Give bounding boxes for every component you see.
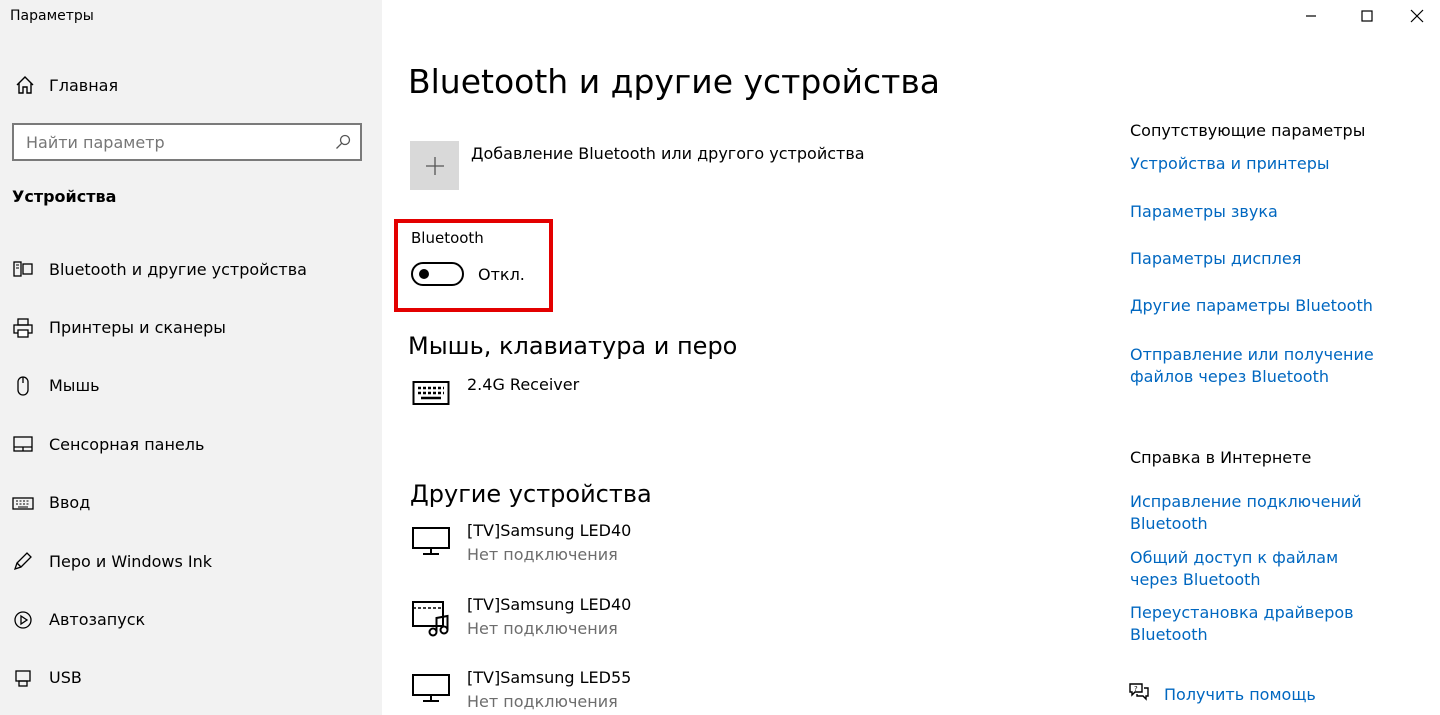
link-display-settings[interactable]: Параметры дисплея bbox=[1130, 248, 1430, 270]
sidebar-item-label: Принтеры и сканеры bbox=[49, 318, 226, 338]
sidebar-item-pen[interactable]: Перо и Windows Ink bbox=[0, 532, 382, 590]
link-reinstall-drivers[interactable]: Переустановка драйверов Bluetooth bbox=[1130, 602, 1430, 646]
bluetooth-toggle-state: Откл. bbox=[478, 265, 525, 284]
search-icon[interactable] bbox=[326, 125, 360, 159]
link-send-receive-files[interactable]: Отправление или получение файлов через B… bbox=[1130, 344, 1430, 388]
touchpad-icon bbox=[10, 431, 36, 457]
link-fix-bluetooth[interactable]: Исправление подключений Bluetooth bbox=[1130, 491, 1370, 535]
bluetooth-devices-icon bbox=[10, 256, 36, 282]
sidebar-item-printers[interactable]: Принтеры и сканеры bbox=[0, 298, 382, 356]
add-device-button[interactable]: Добавление Bluetooth или другого устройс… bbox=[410, 141, 865, 190]
get-help-label: Получить помощь bbox=[1164, 684, 1316, 704]
bluetooth-toggle[interactable] bbox=[411, 262, 464, 286]
sidebar-item-label: Перо и Windows Ink bbox=[49, 551, 213, 571]
device-name: [TV]Samsung LED40 bbox=[467, 521, 632, 540]
sidebar-item-touchpad[interactable]: Сенсорная панель bbox=[0, 415, 382, 473]
web-help-title: Справка в Интернете bbox=[1130, 448, 1312, 467]
home-icon bbox=[12, 72, 38, 98]
device-name: 2.4G Receiver bbox=[467, 375, 580, 394]
device-item[interactable]: [TV]Samsung LED40 Нет подключения bbox=[410, 594, 631, 642]
page-title: Bluetooth и другие устройства bbox=[408, 62, 941, 101]
maximize-icon bbox=[1361, 10, 1373, 22]
bluetooth-label: Bluetooth bbox=[411, 229, 484, 247]
add-device-label: Добавление Bluetooth или другого устройс… bbox=[471, 144, 865, 163]
media-device-icon bbox=[410, 594, 452, 637]
get-help-link[interactable]: ? Получить помощь bbox=[1128, 682, 1316, 706]
device-name: [TV]Samsung LED40 bbox=[467, 595, 632, 614]
toggle-knob bbox=[419, 269, 429, 279]
sidebar-item-label: USB bbox=[49, 668, 82, 688]
sidebar-item-label: Сенсорная панель bbox=[49, 434, 205, 454]
link-share-files-bluetooth[interactable]: Общий доступ к файлам через Bluetooth bbox=[1130, 547, 1390, 591]
sidebar-nav: Bluetooth и другие устройства Принтеры и… bbox=[0, 240, 382, 707]
other-section-title: Другие устройства bbox=[410, 480, 652, 508]
sidebar-item-autoplay[interactable]: Автозапуск bbox=[0, 590, 382, 648]
usb-icon bbox=[10, 665, 36, 691]
mouse-section-title: Мышь, клавиатура и перо bbox=[408, 332, 738, 360]
home-link[interactable]: Главная bbox=[12, 72, 118, 98]
sidebar-item-label: Мышь bbox=[49, 376, 100, 396]
main-content: Bluetooth и другие устройства Добавление… bbox=[382, 0, 1440, 715]
home-label: Главная bbox=[49, 75, 119, 95]
link-devices-printers[interactable]: Устройства и принтеры bbox=[1130, 153, 1430, 175]
printer-icon bbox=[10, 315, 36, 341]
monitor-icon bbox=[410, 667, 452, 709]
search-placeholder: Найти параметр bbox=[26, 132, 165, 152]
sidebar-item-mouse[interactable]: Мышь bbox=[0, 357, 382, 415]
device-status: Нет подключения bbox=[467, 545, 618, 564]
device-item[interactable]: [TV]Samsung LED40 Нет подключения bbox=[410, 520, 631, 568]
close-icon bbox=[1410, 9, 1424, 23]
minimize-icon bbox=[1306, 15, 1316, 17]
keyboard-icon bbox=[10, 490, 36, 516]
device-status: Нет подключения bbox=[467, 619, 618, 638]
related-settings-title: Сопутствующие параметры bbox=[1130, 121, 1366, 140]
mouse-icon bbox=[10, 373, 36, 399]
monitor-icon bbox=[410, 520, 452, 562]
sidebar-item-bluetooth[interactable]: Bluetooth и другие устройства bbox=[0, 240, 382, 298]
keyboard-icon bbox=[410, 374, 452, 416]
window-title: Параметры bbox=[10, 8, 94, 24]
sidebar-item-label: Автозапуск bbox=[49, 610, 146, 630]
link-more-bluetooth-options[interactable]: Другие параметры Bluetooth bbox=[1130, 295, 1430, 317]
search-input[interactable]: Найти параметр bbox=[12, 123, 362, 161]
chat-help-icon: ? bbox=[1128, 682, 1150, 706]
device-name: [TV]Samsung LED55 bbox=[467, 668, 632, 687]
svg-text:?: ? bbox=[1134, 685, 1138, 693]
sidebar-item-input[interactable]: Ввод bbox=[0, 474, 382, 532]
sidebar-item-usb[interactable]: USB bbox=[0, 649, 382, 707]
device-status: Нет подключения bbox=[467, 692, 618, 711]
autoplay-icon bbox=[10, 607, 36, 633]
section-title: Устройства bbox=[12, 187, 117, 206]
pen-icon bbox=[10, 548, 36, 574]
link-sound-settings[interactable]: Параметры звука bbox=[1130, 201, 1430, 223]
device-item[interactable]: 2.4G Receiver bbox=[410, 374, 579, 416]
sidebar-item-label: Ввод bbox=[49, 493, 91, 513]
sidebar-item-label: Bluetooth и другие устройства bbox=[49, 259, 307, 279]
device-item[interactable]: [TV]Samsung LED55 Нет подключения bbox=[410, 667, 631, 715]
sidebar: Параметры Главная Найти параметр Устройс… bbox=[0, 0, 382, 715]
minimize-button[interactable] bbox=[1280, 0, 1342, 32]
close-button[interactable] bbox=[1386, 0, 1440, 32]
plus-icon bbox=[410, 141, 459, 190]
